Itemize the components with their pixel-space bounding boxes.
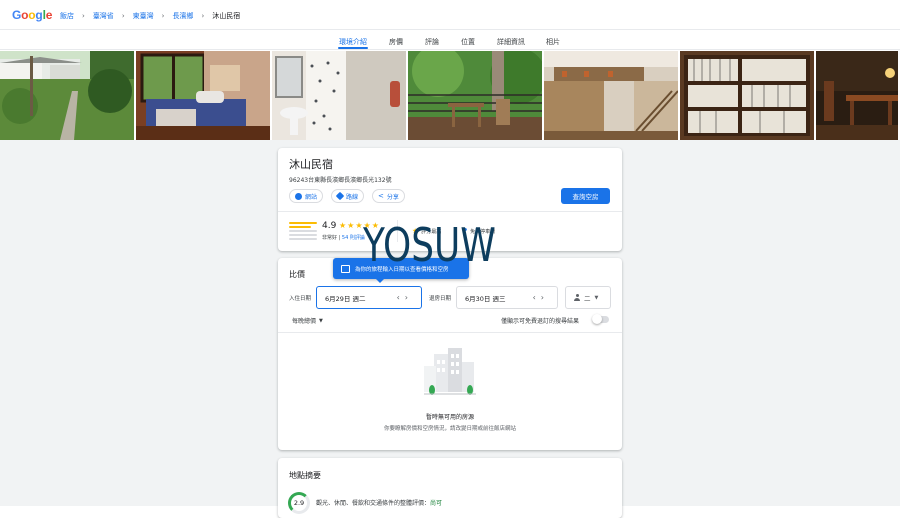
rating-distribution-bars bbox=[289, 222, 317, 242]
tab-overview[interactable]: 環境介紹 bbox=[339, 37, 367, 47]
photo-loft-living-room[interactable] bbox=[544, 51, 678, 140]
tab-photos[interactable]: 相片 bbox=[546, 37, 560, 47]
active-tab-indicator bbox=[338, 47, 368, 49]
photo-bookshelf[interactable] bbox=[680, 51, 814, 140]
checkout-date-field[interactable]: 6月30日 週三 ‹› bbox=[456, 286, 558, 309]
price-section-title: 比價 bbox=[289, 270, 305, 279]
share-label: 分享 bbox=[386, 193, 399, 201]
price-mode-dropdown[interactable]: 每晚總價 ▼ bbox=[292, 316, 323, 326]
free-cancellation-label: 僅顯示可免費退訂的搜尋結果 bbox=[501, 318, 580, 325]
logo-letter: o bbox=[21, 8, 29, 22]
tab-details[interactable]: 詳細資訊 bbox=[497, 37, 525, 47]
directions-button[interactable]: 路線 bbox=[331, 189, 365, 203]
photo-bedroom[interactable] bbox=[136, 51, 270, 140]
google-logo[interactable]: Google bbox=[12, 8, 52, 22]
chevron-right-icon: › bbox=[161, 12, 165, 20]
checkout-value: 6月30日 週三 bbox=[465, 294, 506, 303]
photo-garden-house[interactable] bbox=[0, 51, 134, 140]
divider bbox=[278, 211, 622, 212]
tab-reviews[interactable]: 評論 bbox=[425, 37, 439, 47]
photo-dining-room[interactable] bbox=[816, 51, 898, 140]
share-button[interactable]: < 分享 bbox=[372, 189, 405, 203]
hotel-name: 沐山民宿 bbox=[289, 158, 333, 171]
logo-letter: G bbox=[12, 8, 22, 22]
price-comparison-card: 比價 入住日期 6月29日 週二 ‹› 退房日期 6月30日 週三 ‹› 二 ▼… bbox=[278, 258, 622, 450]
divider bbox=[278, 332, 622, 333]
location-score-ring: 2.9 bbox=[288, 492, 310, 514]
checkin-label: 入住日期 bbox=[289, 296, 312, 302]
check-availability-button[interactable]: 查詢空房 bbox=[561, 188, 610, 204]
date-nav-arrows[interactable]: ‹› bbox=[397, 293, 413, 302]
share-icon: < bbox=[378, 192, 384, 200]
logo-letter: e bbox=[45, 8, 53, 22]
calendar-icon bbox=[341, 264, 350, 273]
globe-icon bbox=[295, 192, 302, 200]
no-rooms-title: 暫時無可用的房源 bbox=[425, 414, 474, 421]
logo-letter: o bbox=[28, 8, 36, 22]
rating-word: 非常好 bbox=[322, 235, 338, 241]
logo-letter: g bbox=[35, 8, 43, 22]
rating-summary: 非常好 | 54 則評論 bbox=[322, 235, 365, 241]
breadcrumb-current: 沐山民宿 bbox=[212, 12, 241, 20]
photo-bathroom[interactable] bbox=[272, 51, 406, 140]
breadcrumb-hotels[interactable]: 飯店 bbox=[60, 11, 74, 21]
location-title: 地點摘要 bbox=[289, 471, 321, 480]
dropdown-arrow-icon: ▼ bbox=[594, 294, 599, 301]
chevron-right-icon: › bbox=[121, 12, 125, 20]
free-cancellation-toggle[interactable] bbox=[592, 314, 609, 324]
checkout-label: 退房日期 bbox=[429, 296, 452, 302]
breadcrumb-township[interactable]: 長濱鄉 bbox=[172, 11, 193, 21]
website-button[interactable]: 網站 bbox=[289, 189, 324, 203]
breadcrumb-province[interactable]: 臺灣省 bbox=[93, 11, 114, 21]
breadcrumb: 飯店 › 臺灣省 › 東臺灣 › 長濱鄉 › 沐山民宿 bbox=[60, 11, 240, 21]
breadcrumb-region[interactable]: 東臺灣 bbox=[133, 11, 154, 21]
checkin-value: 6月29日 週二 bbox=[325, 294, 366, 303]
main-content: 沐山民宿 96243台東縣長濱鄉長濱鄉長光132號 網站 路線 < 分享 查詢空… bbox=[0, 140, 900, 518]
directions-icon bbox=[335, 191, 345, 201]
guests-selector[interactable]: 二 ▼ bbox=[565, 286, 611, 309]
top-bar: Google 飯店 › 臺灣省 › 東臺灣 › 長濱鄉 › 沐山民宿 bbox=[0, 0, 900, 30]
section-tabs: 環境介紹 房價 評論 位置 詳細資訊 相片 bbox=[0, 30, 900, 50]
guests-value: 二 bbox=[584, 294, 591, 303]
date-nav-arrows[interactable]: ‹› bbox=[533, 293, 549, 302]
rating-score: 4.9 bbox=[322, 221, 337, 231]
hotel-address: 96243台東縣長濱鄉長濱鄉長光132號 bbox=[289, 177, 392, 184]
location-summary-card: 地點摘要 2.9 觀光、休閒、餐飲和交通條件的整體評價：尚可 bbox=[278, 458, 622, 518]
person-icon bbox=[574, 294, 580, 301]
buildings-illustration bbox=[424, 348, 476, 396]
chevron-right-icon: › bbox=[201, 12, 205, 20]
website-label: 網站 bbox=[305, 193, 318, 201]
price-mode-label: 每晚總價 bbox=[292, 318, 317, 325]
directions-label: 路線 bbox=[346, 193, 359, 201]
tab-location[interactable]: 位置 bbox=[461, 37, 475, 47]
photo-balcony[interactable] bbox=[408, 51, 542, 140]
reviews-link[interactable]: 54 則評論 bbox=[342, 235, 365, 241]
chevron-right-icon: › bbox=[82, 12, 85, 20]
watermark: YOSUW bbox=[363, 218, 496, 272]
photo-strip bbox=[0, 51, 900, 140]
no-rooms-subtitle: 你要瞭解房價和空房情況，請改變日期或前往飯店網站 bbox=[383, 426, 516, 432]
checkin-date-field[interactable]: 6月29日 週二 ‹› bbox=[316, 286, 422, 309]
tab-prices[interactable]: 房價 bbox=[389, 37, 403, 47]
dropdown-arrow-icon: ▼ bbox=[319, 317, 323, 324]
